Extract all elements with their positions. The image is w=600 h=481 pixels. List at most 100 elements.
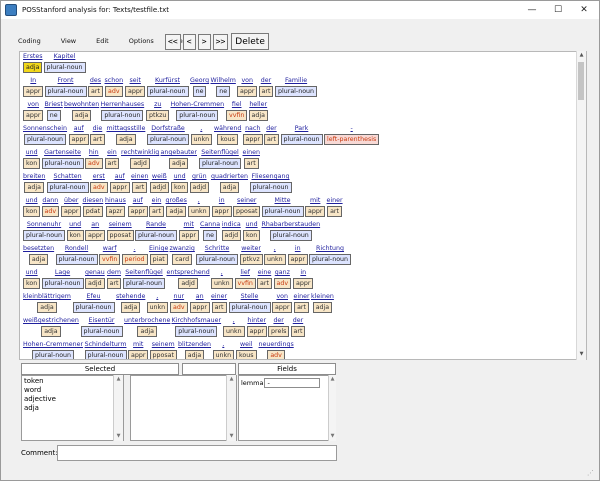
token[interactable]: Fliesengang plural-noun — [249, 173, 292, 193]
pos-tag[interactable]: kon — [23, 158, 41, 169]
token-word[interactable]: diesen — [83, 197, 104, 205]
pos-tag[interactable]: plural-noun — [146, 86, 189, 97]
token[interactable]: dem art — [106, 269, 122, 289]
token[interactable]: Kirchhofsmauer plural-noun — [172, 317, 222, 337]
token-word[interactable]: Kapitel — [54, 53, 76, 61]
pos-tag[interactable]: art — [211, 302, 227, 313]
token-word[interactable]: dann — [42, 197, 58, 205]
pos-tag[interactable]: kous — [236, 350, 257, 359]
menu-view[interactable]: View — [58, 35, 79, 47]
token[interactable]: Rhabarberstauden plural-noun — [262, 221, 320, 241]
pos-tag[interactable]: adjd — [189, 182, 210, 193]
pos-tag[interactable]: appr — [109, 182, 130, 193]
token-word[interactable]: an — [91, 221, 99, 229]
token-word[interactable]: Kirchhofsmauer — [172, 317, 222, 325]
pos-tag[interactable]: vvfin — [99, 254, 121, 265]
token-word[interactable]: , — [233, 317, 235, 325]
token-word[interactable]: schon — [105, 77, 124, 85]
close-button[interactable]: ✕ — [571, 1, 597, 19]
token[interactable]: Seitenflügel plural-noun — [123, 269, 166, 289]
pos-tag[interactable]: plural-noun — [280, 134, 323, 145]
pos-tag[interactable]: plural-noun — [275, 86, 318, 97]
token-word[interactable]: Mitte — [275, 197, 291, 205]
token-word[interactable]: , — [222, 341, 224, 349]
token[interactable]: ganz adv — [273, 269, 292, 289]
token-word[interactable]: , — [274, 245, 276, 253]
token[interactable]: Seitenflügel plural-noun — [199, 149, 242, 169]
pos-tag[interactable]: plural-noun — [176, 110, 219, 121]
token[interactable]: Herrenhauses plural-noun — [101, 101, 144, 121]
pos-tag[interactable]: appr — [125, 86, 146, 97]
pos-tag[interactable]: art — [294, 302, 309, 313]
token[interactable]: Sonnenuhr plural-noun — [23, 221, 66, 241]
token-word[interactable]: entsprechend — [167, 269, 210, 277]
lemma-input[interactable] — [264, 378, 321, 388]
token-word[interactable]: heller — [249, 101, 267, 109]
fields-scrollbar[interactable]: ▲ ▼ — [328, 375, 336, 441]
token[interactable]: zu ptkzu — [146, 101, 170, 121]
pos-tag[interactable]: plural-noun — [309, 254, 352, 265]
token-word[interactable]: weiß — [152, 173, 167, 181]
token-word[interactable]: In — [30, 77, 36, 85]
pos-tag[interactable]: plural-noun — [84, 350, 127, 359]
token[interactable]: der prels — [268, 317, 290, 337]
pos-tag[interactable]: unkn — [264, 254, 286, 265]
token-word[interactable]: stehende — [116, 293, 145, 301]
token-word[interactable]: Wilhelm — [211, 77, 236, 85]
token[interactable]: Briest ne — [45, 101, 63, 121]
token[interactable]: des art — [88, 77, 103, 97]
pos-tag[interactable]: appr — [178, 230, 199, 241]
token[interactable]: hinaus apzr — [105, 197, 126, 217]
token-word[interactable]: weißgestrichenen — [23, 317, 79, 325]
token-word[interactable]: Richtung — [316, 245, 344, 253]
token[interactable]: , unkn — [146, 293, 169, 313]
pos-tag[interactable]: adv — [104, 86, 123, 97]
first-button[interactable]: << — [165, 33, 181, 50]
pos-tag[interactable]: plural-noun — [175, 326, 218, 337]
pos-tag[interactable]: appr — [128, 350, 149, 359]
token-word[interactable]: auf — [115, 173, 125, 181]
token-word[interactable]: rechtwinklig — [121, 149, 159, 157]
token[interactable]: mit appr — [178, 221, 199, 241]
pos-tag[interactable]: adjd — [178, 278, 198, 289]
token[interactable]: Hohen-Cremmen plural-noun — [171, 101, 224, 121]
pos-tag[interactable]: adv — [267, 350, 285, 359]
token[interactable]: mit appr — [305, 197, 326, 217]
token-word[interactable]: Stelle — [241, 293, 259, 301]
scroll-up-arrow-icon[interactable]: ▲ — [227, 376, 236, 383]
token[interactable]: Hohen-Cremmener plural-noun — [23, 341, 83, 359]
pos-tag[interactable]: plural-noun — [43, 62, 86, 73]
token-word[interactable]: , — [221, 269, 223, 277]
token[interactable]: entsprechend adjd — [167, 269, 210, 289]
pos-tag[interactable]: adjd — [130, 158, 150, 169]
pos-tag[interactable]: adja — [184, 350, 205, 359]
scroll-down-arrow-icon[interactable]: ▼ — [227, 433, 236, 440]
token[interactable]: hinter appr — [246, 317, 267, 337]
token[interactable]: und kon — [23, 149, 41, 169]
pos-tag[interactable]: art — [149, 206, 164, 217]
token-word[interactable]: mit — [184, 221, 194, 229]
token[interactable]: in appr — [211, 197, 232, 217]
token-word[interactable]: weil — [240, 341, 253, 349]
scroll-thumb[interactable] — [578, 62, 584, 100]
token-word[interactable]: quadrierten — [211, 173, 248, 181]
token[interactable]: Gartenseite plural-noun — [41, 149, 84, 169]
token-word[interactable]: über — [64, 197, 78, 205]
next-button[interactable]: > — [197, 33, 211, 50]
pos-tag[interactable]: adja — [312, 302, 333, 313]
token-word[interactable]: - — [351, 125, 353, 133]
token[interactable]: unterbrochene adja — [124, 317, 170, 337]
token[interactable]: Schatten plural-noun — [46, 173, 89, 193]
token[interactable]: Schritte plural-noun — [196, 245, 239, 265]
token[interactable]: , unkn — [190, 125, 213, 145]
token-word[interactable]: in — [300, 269, 306, 277]
selected-list-scrollbar[interactable]: ▲ ▼ — [113, 375, 123, 441]
token-word[interactable]: Georg — [190, 77, 209, 85]
token-word[interactable]: von — [241, 77, 253, 85]
token-word[interactable]: mit — [133, 341, 143, 349]
token-word[interactable]: und — [26, 149, 38, 157]
token-word[interactable]: der — [273, 317, 283, 325]
token-word[interactable]: in — [295, 245, 301, 253]
scroll-up-arrow-icon[interactable]: ▲ — [329, 376, 336, 383]
token-word[interactable]: Park — [295, 125, 309, 133]
